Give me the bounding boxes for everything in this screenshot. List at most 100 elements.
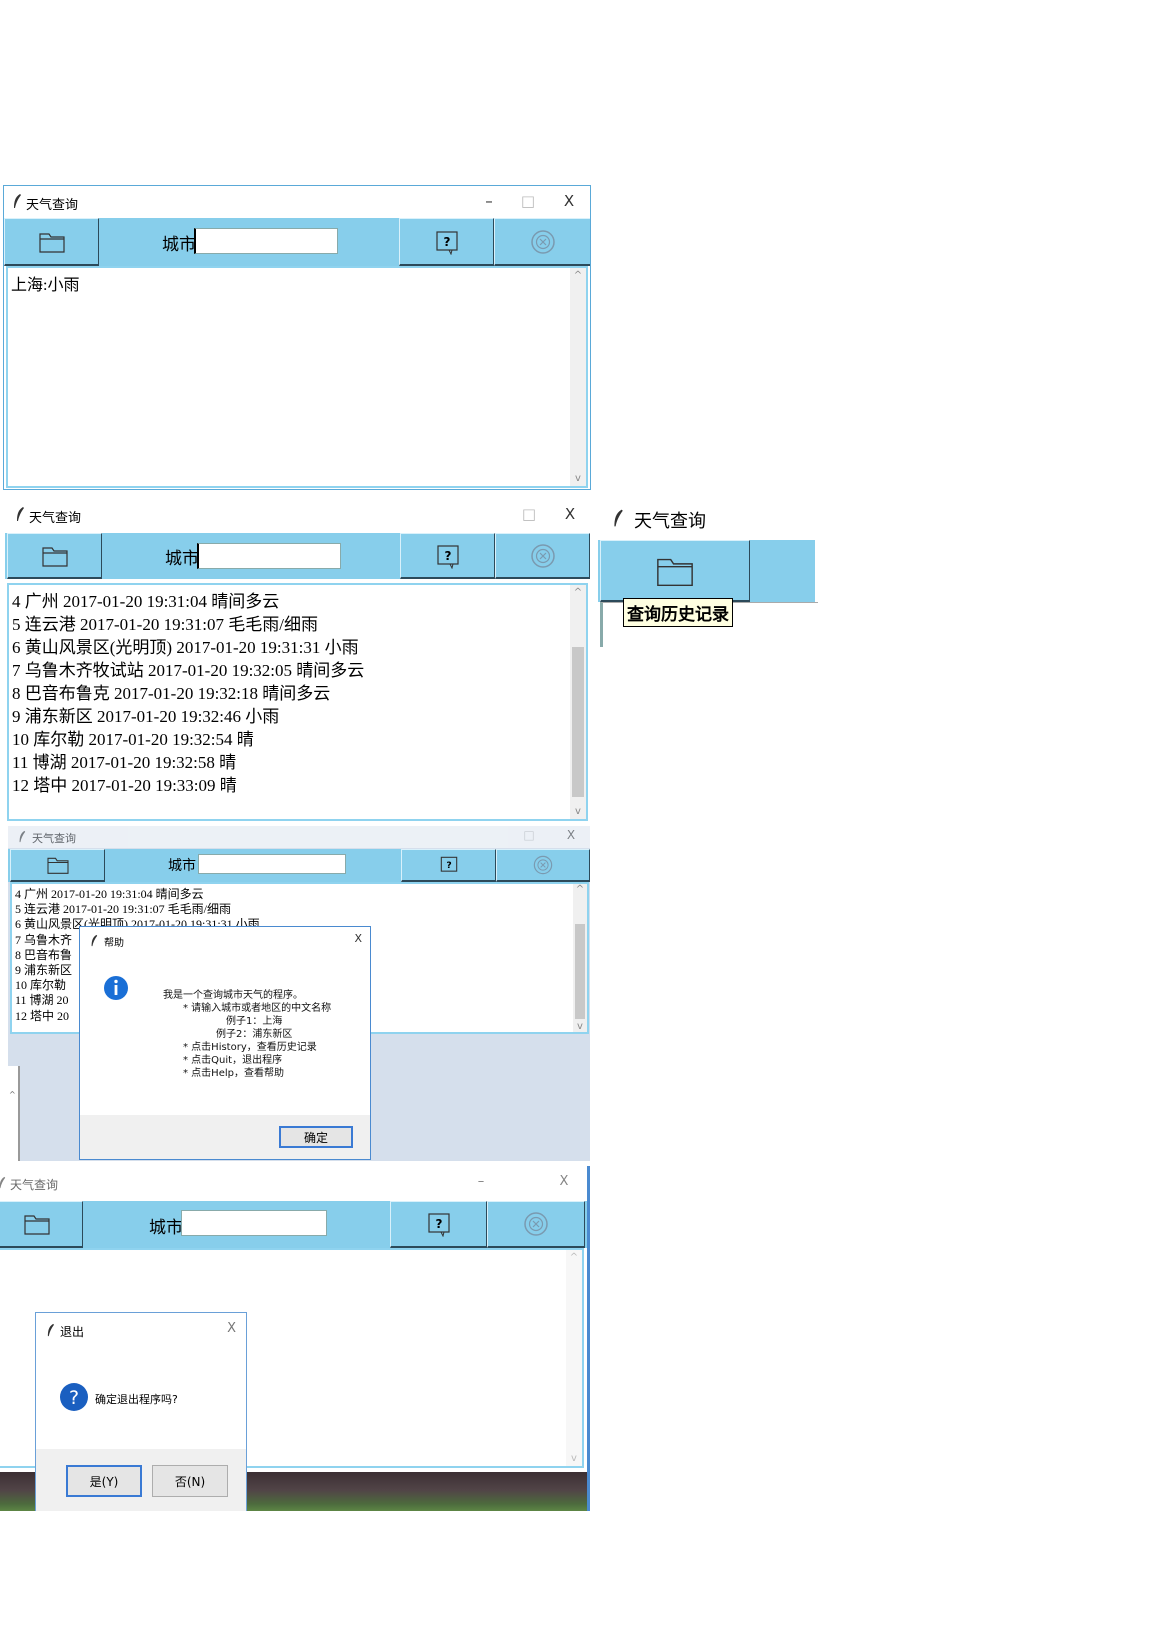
dialog-footer: 是(Y) 否(N) bbox=[36, 1449, 246, 1511]
scroll-thumb[interactable] bbox=[575, 924, 585, 1019]
feather-icon bbox=[47, 1323, 54, 1337]
quit-button[interactable] bbox=[487, 1201, 585, 1248]
maximize-button[interactable]: □ bbox=[517, 192, 539, 210]
help-button[interactable]: ? bbox=[399, 218, 494, 266]
history-button[interactable] bbox=[7, 533, 102, 579]
history-button[interactable] bbox=[10, 849, 105, 882]
scroll-up-icon[interactable]: ^ bbox=[570, 587, 586, 598]
scroll-down-icon[interactable]: v bbox=[570, 806, 586, 817]
scroll-down-icon[interactable]: v bbox=[566, 1453, 582, 1464]
quit-icon bbox=[530, 543, 555, 568]
dialog-footer: 确定 bbox=[80, 1115, 370, 1159]
quit-button[interactable] bbox=[495, 533, 590, 579]
svg-text:?: ? bbox=[69, 1387, 79, 1409]
history-line: 5 连云港 2017-01-20 19:31:07 毛毛雨/细雨 bbox=[12, 615, 318, 634]
tooltip: 查询历史记录 bbox=[623, 598, 733, 627]
title-bar: 天气查询 – □ X bbox=[4, 186, 590, 218]
help-icon: ? bbox=[435, 230, 458, 255]
feather-icon bbox=[614, 509, 623, 527]
quit-dialog: 退出 X ? 确定退出程序吗? 是(Y) 否(N) bbox=[35, 1312, 247, 1511]
toolbar: 城市 ? bbox=[5, 533, 590, 579]
svg-text:?: ? bbox=[435, 1217, 442, 1231]
help-line: * 点击History，查看历史记录 bbox=[183, 1042, 317, 1053]
city-input[interactable] bbox=[194, 228, 338, 254]
yes-button[interactable]: 是(Y) bbox=[66, 1465, 142, 1497]
help-icon: ? bbox=[440, 856, 457, 872]
quit-icon bbox=[524, 1212, 548, 1236]
history-text-area[interactable]: 4 广州 2017-01-20 19:31:04 晴间多云 5 连云港 2017-… bbox=[7, 583, 588, 821]
help-line: 我是一个查询城市天气的程序。 bbox=[163, 990, 303, 1001]
vertical-scrollbar[interactable]: ^ v bbox=[573, 884, 587, 1032]
quit-icon bbox=[533, 855, 553, 875]
feather-icon bbox=[14, 194, 21, 208]
scroll-down-icon[interactable]: v bbox=[570, 473, 586, 484]
help-button[interactable]: ? bbox=[401, 849, 496, 882]
city-label: 城市 bbox=[162, 235, 196, 255]
close-button[interactable]: X bbox=[553, 1174, 575, 1189]
scroll-up-icon[interactable]: ^ bbox=[570, 270, 586, 281]
minimize-button[interactable]: – bbox=[478, 192, 500, 210]
history-line: 12 塔中 20 bbox=[15, 1008, 70, 1023]
scroll-up-icon[interactable]: ^ bbox=[573, 884, 587, 895]
folder-icon bbox=[657, 558, 693, 586]
tooltip-text: 查询历史记录 bbox=[627, 605, 729, 625]
city-input[interactable] bbox=[181, 1210, 327, 1236]
ok-button[interactable]: 确定 bbox=[279, 1126, 353, 1148]
result-text-area[interactable]: 上海:小雨 ^ v bbox=[6, 266, 588, 488]
history-button[interactable] bbox=[600, 540, 750, 602]
vertical-scrollbar[interactable]: ^ v bbox=[570, 268, 586, 486]
vertical-scrollbar[interactable]: ^ v bbox=[566, 1250, 582, 1466]
maximize-button[interactable]: □ bbox=[518, 505, 540, 523]
scroll-thumb[interactable] bbox=[572, 647, 584, 797]
help-line: * 点击Quit，退出程序 bbox=[183, 1055, 283, 1066]
feather-icon bbox=[17, 507, 24, 521]
feather-icon bbox=[19, 830, 26, 843]
maximize-button[interactable]: □ bbox=[518, 828, 540, 842]
toolbar: 城市 ? bbox=[8, 849, 590, 882]
dialog-message: 确定退出程序吗? bbox=[95, 1393, 178, 1406]
help-line: 例子2：浦东新区 bbox=[216, 1029, 293, 1040]
no-button[interactable]: 否(N) bbox=[152, 1465, 228, 1497]
weather-window-4: 天气查询 – X 城市 ? ^ v 退出 X ? 确定退出程序吗? 是(Y) 否… bbox=[0, 1166, 590, 1511]
history-line: 6 黄山风景区(光明顶) 2017-01-20 19:31:31 小雨 bbox=[12, 638, 359, 657]
folder-icon bbox=[41, 546, 68, 567]
city-label: 城市 bbox=[165, 549, 199, 569]
folder-icon bbox=[38, 232, 65, 253]
feather-icon bbox=[91, 934, 98, 947]
city-input[interactable] bbox=[198, 854, 346, 874]
city-label: 城市 bbox=[168, 858, 196, 874]
scroll-down-icon[interactable]: v bbox=[573, 1021, 587, 1032]
close-button[interactable]: X bbox=[558, 192, 580, 210]
minimize-button[interactable]: – bbox=[470, 1174, 492, 1189]
quit-icon bbox=[531, 229, 555, 254]
help-line: * 点击Help，查看帮助 bbox=[183, 1068, 284, 1079]
city-label: 城市 bbox=[149, 1218, 183, 1238]
quit-button[interactable] bbox=[494, 218, 590, 266]
close-button[interactable]: X bbox=[560, 828, 582, 842]
history-line: 12 塔中 2017-01-20 19:33:09 晴 bbox=[12, 776, 237, 795]
help-line: 例子1：上海 bbox=[226, 1016, 283, 1027]
svg-text:?: ? bbox=[443, 235, 450, 249]
close-button[interactable]: X bbox=[559, 505, 581, 523]
underlying-window-edge: ^ bbox=[8, 1066, 20, 1161]
help-line: * 请输入城市或者地区的中文名称 bbox=[183, 1003, 332, 1014]
help-button[interactable]: ? bbox=[400, 533, 495, 579]
history-button[interactable] bbox=[4, 218, 99, 266]
history-line: 11 博湖 2017-01-20 19:32:58 晴 bbox=[12, 753, 237, 772]
history-button[interactable] bbox=[0, 1201, 83, 1248]
window-title: 天气查询 bbox=[29, 511, 82, 526]
close-button[interactable]: X bbox=[354, 932, 362, 945]
folder-icon bbox=[46, 857, 69, 874]
close-button[interactable]: X bbox=[227, 1321, 236, 1336]
result-text: 上海:小雨 bbox=[11, 277, 80, 294]
help-button[interactable]: ? bbox=[390, 1201, 487, 1248]
scroll-up-icon[interactable]: ^ bbox=[566, 1252, 582, 1263]
help-dialog: 帮助 X 我是一个查询城市天气的程序。 * 请输入城市或者地区的中文名称 例子1：上… bbox=[79, 926, 371, 1160]
city-input[interactable] bbox=[197, 543, 341, 569]
history-line: 7 乌鲁木齐牧试站 2017-01-20 19:32:05 晴间多云 bbox=[12, 661, 365, 680]
help-icon: ? bbox=[427, 1213, 450, 1237]
svg-text:?: ? bbox=[444, 549, 451, 563]
vertical-scrollbar[interactable]: ^ v bbox=[570, 585, 586, 819]
title-bar: 天气查询 – X bbox=[0, 1166, 587, 1200]
quit-button[interactable] bbox=[496, 849, 590, 882]
